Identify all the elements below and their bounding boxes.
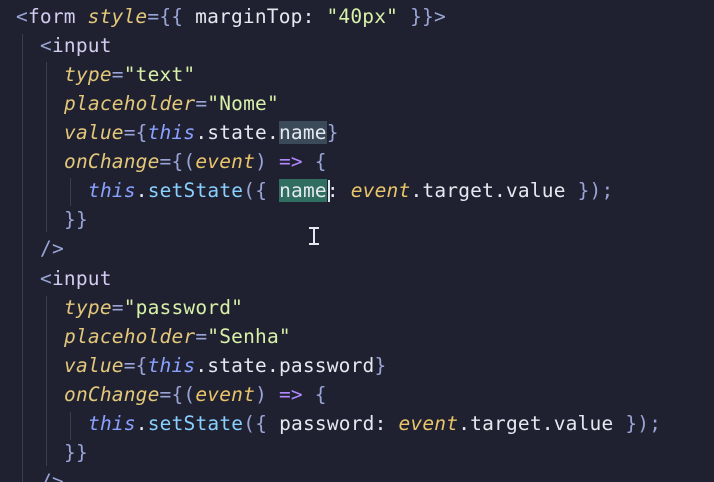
mouse-ibeam-icon xyxy=(309,227,319,245)
code-token: : xyxy=(326,179,351,202)
code-token: this xyxy=(147,354,196,377)
code-token: "40px" xyxy=(326,5,399,28)
code-token: }); xyxy=(625,412,662,435)
code-token: < xyxy=(40,267,52,290)
code-token: onChange xyxy=(64,383,160,406)
code-line[interactable]: }} xyxy=(64,438,88,467)
code-line[interactable]: this.setState({ password: event.target.v… xyxy=(88,409,661,438)
code-token: setState xyxy=(147,179,244,202)
code-token: = xyxy=(195,325,208,348)
code-line[interactable]: /> xyxy=(40,467,64,482)
code-token: .state.password xyxy=(195,354,375,377)
indent-guide xyxy=(22,34,23,482)
indent-guide xyxy=(70,412,71,440)
code-line[interactable]: <form style={{ marginTop: "40px" }}> xyxy=(16,2,446,31)
code-token: event xyxy=(350,179,411,202)
code-token: ) xyxy=(255,150,268,173)
indent-guide xyxy=(70,178,71,206)
code-token: /> xyxy=(40,470,64,482)
code-token: event xyxy=(398,412,459,435)
code-token: .state. xyxy=(195,121,279,144)
code-token: this xyxy=(147,121,196,144)
code-line[interactable]: type="text" xyxy=(64,60,195,89)
code-token: < xyxy=(16,5,28,28)
code-line[interactable]: }} xyxy=(64,205,88,234)
code-line[interactable]: placeholder="Nome" xyxy=(64,89,279,118)
code-line[interactable]: onChange={(event) => { xyxy=(64,380,327,409)
code-token: => xyxy=(267,383,315,406)
code-editor[interactable]: <form style={{ marginTop: "40px" }}> <inp… xyxy=(0,0,714,482)
code-token: value xyxy=(64,121,124,144)
code-line[interactable]: value={this.state.password} xyxy=(64,351,386,380)
code-token: "password" xyxy=(123,296,244,319)
code-line[interactable]: value={this.state.name} xyxy=(64,118,339,147)
code-token: }} xyxy=(64,208,88,231)
code-token: "text" xyxy=(123,63,196,86)
indent-guide xyxy=(46,296,47,466)
code-token: placeholder xyxy=(64,325,196,348)
code-line[interactable]: <input xyxy=(40,264,112,293)
code-token: .target.value xyxy=(458,412,626,435)
code-token: password: xyxy=(279,412,399,435)
code-token: => xyxy=(267,150,315,173)
code-token: = xyxy=(111,296,124,319)
code-token: type xyxy=(64,296,112,319)
code-line[interactable]: <input xyxy=(40,31,112,60)
code-token: > xyxy=(433,5,446,28)
code-token: ={{ xyxy=(147,5,184,28)
code-token: ) xyxy=(255,383,268,406)
code-token: /> xyxy=(40,237,64,260)
code-line[interactable]: type="password" xyxy=(64,293,243,322)
code-token: } xyxy=(374,354,387,377)
code-token: ={ xyxy=(123,121,148,144)
code-token: ({ xyxy=(243,179,280,202)
code-token: placeholder xyxy=(64,92,196,115)
code-token: event xyxy=(195,150,256,173)
code-line[interactable]: this.setState({ name: event.target.value… xyxy=(88,176,613,205)
code-token: form xyxy=(27,5,76,28)
code-token: event xyxy=(195,383,256,406)
code-token: . xyxy=(135,179,148,202)
code-token: value xyxy=(64,354,124,377)
code-token: type xyxy=(64,63,112,86)
code-token: }); xyxy=(577,179,614,202)
code-token: ={ xyxy=(123,354,148,377)
code-token: "Nome" xyxy=(207,92,279,115)
code-token: name xyxy=(279,179,327,202)
code-token: .target.value xyxy=(410,179,578,202)
code-token: marginTop: xyxy=(183,5,327,28)
code-line[interactable]: placeholder="Senha" xyxy=(64,322,291,351)
code-token: { xyxy=(314,383,327,406)
code-line[interactable]: onChange={(event) => { xyxy=(64,147,327,176)
code-token: }} xyxy=(398,5,434,28)
code-token: ({ xyxy=(243,412,280,435)
code-token: . xyxy=(135,412,148,435)
code-token: }} xyxy=(64,441,88,464)
code-token: ={( xyxy=(159,150,196,173)
code-token: = xyxy=(111,63,124,86)
code-line[interactable]: /> xyxy=(40,234,64,263)
indent-guide xyxy=(46,62,47,232)
code-token: onChange xyxy=(64,150,160,173)
code-token: this xyxy=(88,179,136,202)
code-token: style xyxy=(87,5,148,28)
code-token: } xyxy=(326,121,339,144)
code-token: input xyxy=(51,34,112,57)
code-token: setState xyxy=(147,412,244,435)
code-token: = xyxy=(195,92,208,115)
code-token: { xyxy=(314,150,327,173)
code-token: < xyxy=(40,34,52,57)
code-token: name xyxy=(278,121,327,144)
code-token: ={( xyxy=(159,383,196,406)
code-token: "Senha" xyxy=(207,325,291,348)
text-cursor xyxy=(328,180,330,202)
code-token: this xyxy=(88,412,136,435)
code-token: input xyxy=(51,267,112,290)
